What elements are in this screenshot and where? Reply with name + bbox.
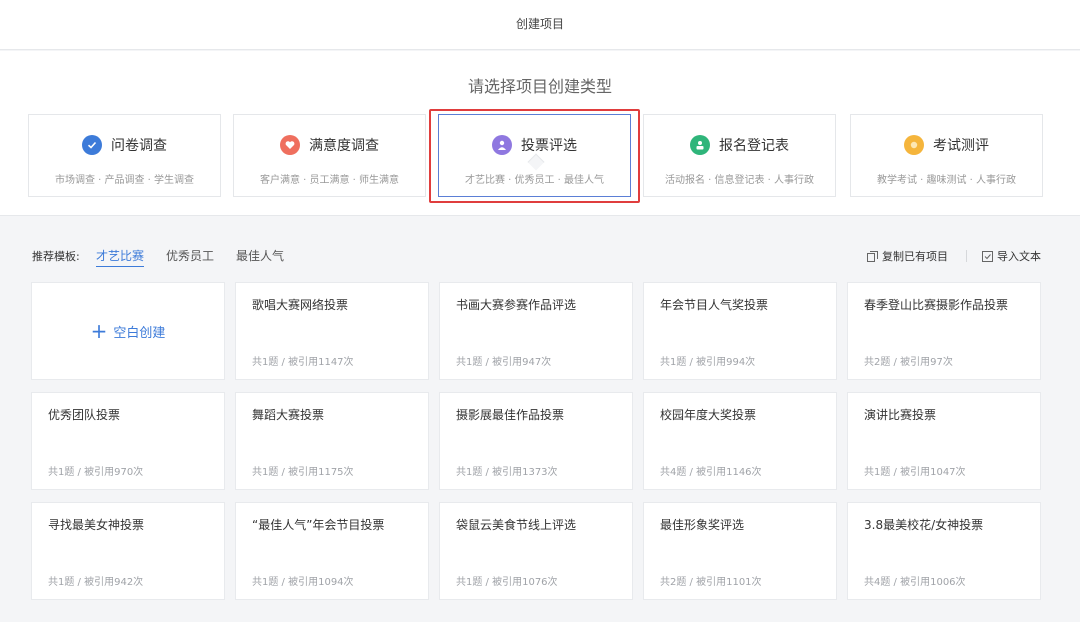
template-card-title: 春季登山比赛摄影作品投票 — [864, 298, 1009, 312]
blank-create-card[interactable]: + 空白创建 — [31, 282, 225, 380]
template-card[interactable]: 春季登山比赛摄影作品投票 共2题 / 被引用97次 — [847, 282, 1041, 380]
template-card[interactable]: 最佳形象奖评选共2题 / 被引用1101次 — [643, 502, 837, 600]
template-card-meta: 共1题 / 被引用1047次 — [864, 467, 966, 478]
import-text-label: 导入文本 — [997, 250, 1041, 263]
type-card-desc: 市场调查 · 产品调查 · 学生调查 — [54, 175, 195, 186]
template-card[interactable]: 演讲比赛投票共1题 / 被引用1047次 — [847, 392, 1041, 490]
type-section-title: 请选择项目创建类型 — [467, 77, 612, 96]
type-card-desc: 客户满意 · 员工满意 · 师生满意 — [259, 175, 400, 186]
type-card-desc: 才艺比赛 · 优秀员工 · 最佳人气 — [464, 175, 605, 186]
heart-circle-icon — [280, 135, 300, 155]
template-card[interactable]: 歌唱大赛网络投票 共1题 / 被引用1147次 — [235, 282, 429, 380]
page-title: 创建项目 — [515, 17, 564, 31]
type-card-name: 报名登记表 — [719, 138, 789, 154]
type-card-name: 满意度调查 — [309, 138, 379, 154]
template-card-title: 演讲比赛投票 — [864, 408, 937, 422]
type-card-name: 问卷调查 — [111, 138, 167, 154]
template-card-title: 最佳形象奖评选 — [660, 518, 745, 532]
template-card-meta: 共4题 / 被引用1146次 — [660, 467, 762, 478]
template-card-title: 寻找最美女神投票 — [48, 518, 145, 532]
template-card-meta: 共1题 / 被引用970次 — [48, 467, 144, 478]
type-card-desc: 活动报名 · 信息登记表 · 人事行政 — [664, 175, 815, 186]
template-card[interactable]: 摄影展最佳作品投票 共1题 / 被引用1373次 — [439, 392, 633, 490]
template-card-title: 年会节目人气奖投票 — [660, 298, 769, 312]
template-card[interactable]: 年会节目人气奖投票 共1题 / 被引用994次 — [643, 282, 837, 380]
template-card-meta: 共1题 / 被引用1094次 — [252, 577, 354, 588]
template-card-title: 摄影展最佳作品投票 — [456, 408, 565, 422]
copy-project-label: 复制已有项目 — [882, 250, 948, 263]
template-card-title: 袋鼠云美食节线上评选 — [456, 518, 577, 532]
template-card-meta: 共1题 / 被引用1076次 — [456, 577, 558, 588]
check-circle-icon — [82, 135, 102, 155]
template-card[interactable]: 书画大赛参赛作品评选 共1题 / 被引用947次 — [439, 282, 633, 380]
type-card-name: 投票评选 — [521, 138, 577, 154]
plus-icon: + — [90, 319, 108, 343]
template-card-title: 歌唱大赛网络投票 — [252, 298, 349, 312]
template-card-title: 书画大赛参赛作品评选 — [456, 298, 577, 312]
vote-person-icon — [492, 135, 512, 155]
template-grid: + 空白创建 歌唱大赛网络投票 共1题 / 被引用1147次 书画大赛参赛作品评选共… — [31, 282, 1041, 602]
import-text-button[interactable]: 导入文本 — [982, 248, 1041, 264]
template-card-meta: 共2题 / 被引用1101次 — [660, 577, 762, 588]
template-card[interactable]: 舞蹈大赛投票共1题 / 被引用1175次 — [235, 392, 429, 490]
template-card[interactable]: 寻找最美女神投票 共1题 / 被引用942次 — [31, 502, 225, 600]
template-tab-talent[interactable]: 才艺比赛 — [96, 247, 145, 267]
copy-icon — [867, 250, 878, 262]
type-card-survey[interactable]: 问卷调查 市场调查 · 产品调查 · 学生调查 — [28, 114, 221, 197]
register-person-icon — [690, 135, 710, 155]
template-card-meta: 共1题 / 被引用942次 — [48, 577, 144, 588]
template-toolbar: 推荐模板: 才艺比赛 优秀员工 最佳人气 复制已有项目 导入文本 — [0, 244, 1080, 268]
template-card-title: 3.8最美校花/女神投票 — [864, 518, 984, 532]
template-tab-employee[interactable]: 优秀员工 — [166, 247, 214, 264]
import-icon — [982, 250, 993, 262]
exam-icon — [904, 135, 924, 155]
template-card-title: 优秀团队投票 — [48, 408, 121, 422]
toolbar-divider — [966, 250, 967, 262]
top-bar: 创建项目 — [0, 0, 1080, 50]
template-card[interactable]: “最佳人气”年会节目投票 共1题 / 被引用1094次 — [235, 502, 429, 600]
type-card-registration[interactable]: 报名登记表 活动报名 · 信息登记表 · 人事行政 — [643, 114, 836, 197]
copy-project-button[interactable]: 复制已有项目 — [867, 248, 948, 264]
template-tab-popular[interactable]: 最佳人气 — [236, 247, 284, 264]
template-card-meta: 共2题 / 被引用97次 — [864, 357, 953, 368]
project-type-panel: 请选择项目创建类型 问卷调查 市场调查 · 产品调查 · 学生调查 满意度调查 … — [0, 51, 1080, 216]
template-card-title: “最佳人气”年会节目投票 — [252, 518, 385, 532]
type-card-exam[interactable]: 考试测评 教学考试 · 趣味测试 · 人事行政 — [850, 114, 1043, 197]
template-card-title: 舞蹈大赛投票 — [252, 408, 325, 422]
template-card-meta: 共1题 / 被引用947次 — [456, 357, 552, 368]
template-card[interactable]: 袋鼠云美食节线上评选 共1题 / 被引用1076次 — [439, 502, 633, 600]
template-label: 推荐模板: — [32, 250, 80, 263]
template-card-meta: 共1题 / 被引用1175次 — [252, 467, 354, 478]
template-card-title: 校园年度大奖投票 — [660, 408, 757, 422]
template-card-meta: 共1题 / 被引用1373次 — [456, 467, 558, 478]
template-card-meta: 共4题 / 被引用1006次 — [864, 577, 966, 588]
template-card-meta: 共1题 / 被引用994次 — [660, 357, 756, 368]
template-card[interactable]: 校园年度大奖投票 共4题 / 被引用1146次 — [643, 392, 837, 490]
type-card-desc: 教学考试 · 趣味测试 · 人事行政 — [876, 175, 1017, 186]
blank-create-label: 空白创建 — [113, 325, 166, 341]
type-card-name: 考试测评 — [933, 138, 989, 154]
template-card-meta: 共1题 / 被引用1147次 — [252, 357, 354, 368]
type-card-satisfaction[interactable]: 满意度调查 客户满意 · 员工满意 · 师生满意 — [233, 114, 426, 197]
template-card[interactable]: 3.8最美校花/女神投票 共4题 / 被引用1006次 — [847, 502, 1041, 600]
template-card[interactable]: 优秀团队投票共1题 / 被引用970次 — [31, 392, 225, 490]
